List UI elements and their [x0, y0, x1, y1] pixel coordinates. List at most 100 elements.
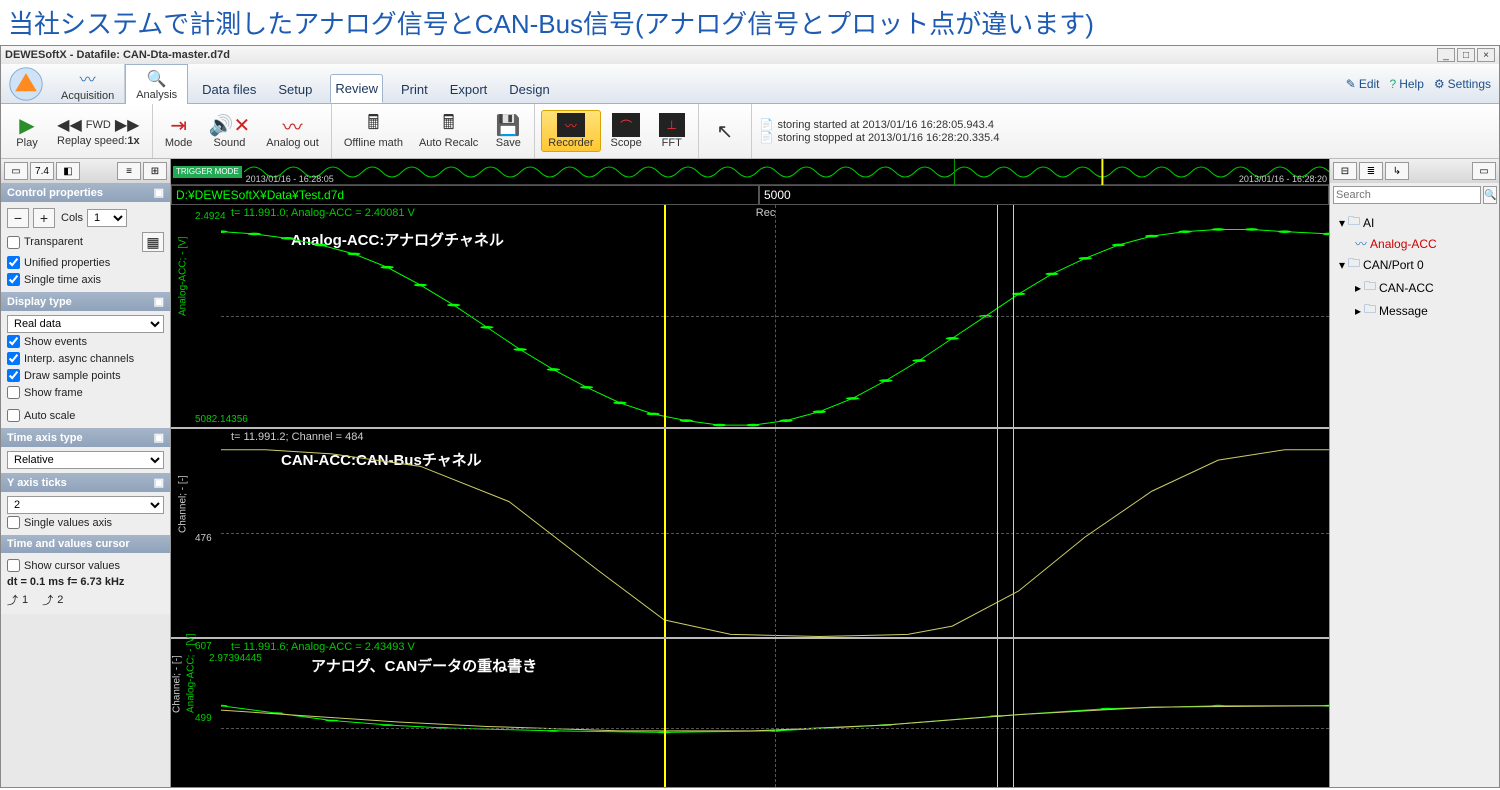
settings-link[interactable]: ⚙Settings: [1434, 77, 1491, 91]
layout-btn-2[interactable]: 7.4: [30, 162, 54, 180]
dt-freq-readout: dt = 0.1 ms f= 6.73 kHz: [7, 574, 164, 590]
tab-setup[interactable]: Setup: [274, 76, 316, 103]
show-frame-checkbox[interactable]: Show frame: [7, 386, 83, 399]
scope-button[interactable]: ⌒Scope: [605, 111, 648, 151]
cursor1-icon[interactable]: ⤴: [7, 592, 18, 608]
scope-icon: ⌒: [612, 113, 640, 137]
tree-view-btn-4[interactable]: ▭: [1472, 162, 1496, 180]
replay-speed-value: 1x: [127, 135, 139, 147]
tab-data-files[interactable]: Data files: [198, 76, 260, 103]
search-icon[interactable]: 🔍: [1483, 186, 1497, 204]
chart-analog-acc[interactable]: Analog-ACC; - [V] 2.4924 5082.14356 t= 1…: [171, 205, 1329, 427]
tree-view-btn-3[interactable]: ↳: [1385, 162, 1409, 180]
chart-area: TRIGGER MODE 2013/01/16 - 16:28:05 2013/…: [171, 159, 1329, 787]
display-type-select[interactable]: Real data: [7, 315, 164, 333]
tree-item-can-acc[interactable]: ▸🗀CAN-ACC: [1336, 276, 1493, 299]
tree-label: Analog-ACC: [1370, 237, 1437, 251]
layout-btn-5[interactable]: ⊞: [143, 162, 167, 180]
expand-icon[interactable]: ▸: [1355, 304, 1361, 318]
remove-col-button[interactable]: −: [7, 208, 29, 228]
recorder-icon: 〰: [557, 113, 585, 137]
transparent-checkbox[interactable]: Transparent: [7, 236, 83, 249]
expand-icon[interactable]: ▾: [1339, 258, 1345, 272]
offline-math-button[interactable]: 🖩Offline math: [338, 111, 409, 151]
recording-status: 📄storing started at 2013/01/16 16:28:05.…: [752, 104, 1008, 158]
tab-print[interactable]: Print: [397, 76, 432, 103]
chart1-ylabel: Analog-ACC; - [V]: [178, 237, 189, 316]
overview-strip[interactable]: TRIGGER MODE 2013/01/16 - 16:28:05 2013/…: [171, 159, 1329, 185]
analog-out-button[interactable]: 〰Analog out: [260, 111, 325, 151]
chart-overlay[interactable]: Channel; - [-] Analog-ACC; - [V] 607 499…: [171, 637, 1329, 787]
layout-btn-4[interactable]: ≡: [117, 162, 141, 180]
draw-points-checkbox[interactable]: Draw sample points: [7, 369, 121, 382]
window-minimize-button[interactable]: _: [1437, 48, 1455, 62]
mode-button[interactable]: ⇥Mode: [159, 111, 199, 151]
tree-item-message[interactable]: ▸🗀Message: [1336, 299, 1493, 322]
doc-icon: 📄: [760, 118, 774, 131]
window-close-button[interactable]: ×: [1477, 48, 1495, 62]
rewind-icon[interactable]: ◀◀: [57, 115, 82, 135]
page-heading: 当社システムで計測したアナログ信号とCAN-Bus信号(アナログ信号とプロット点…: [0, 0, 1500, 45]
channel-search-input[interactable]: [1333, 186, 1481, 204]
tree-item-analog-acc[interactable]: 〰Analog-ACC: [1336, 234, 1493, 253]
auto-scale-checkbox[interactable]: Auto scale: [7, 409, 75, 422]
fwd-label: FWD: [86, 119, 111, 131]
cols-label: Cols: [61, 212, 83, 224]
single-values-checkbox[interactable]: Single values axis: [7, 516, 112, 529]
auto-recalc-button[interactable]: 🖩Auto Recalc: [413, 111, 484, 151]
tree-label: CAN/Port 0: [1363, 258, 1424, 272]
analysis-tab[interactable]: 🔍 Analysis: [125, 64, 188, 104]
acquisition-tab[interactable]: 〰 Acquisition: [51, 64, 125, 103]
layout-btn-1[interactable]: ▭: [4, 162, 28, 180]
tree-item-can-port-0[interactable]: ▾🗀CAN/Port 0: [1336, 253, 1493, 276]
tree-item-ai[interactable]: ▾🗀AI: [1336, 211, 1493, 234]
chart2-ylabel: Channel; - [-]: [178, 475, 189, 533]
mode-icon: ⇥: [170, 113, 187, 137]
unified-checkbox[interactable]: Unified properties: [7, 256, 110, 269]
chart-can-acc[interactable]: Channel; - [-] 476 t= 11.991.2; Channel …: [171, 427, 1329, 636]
layout-btn-3[interactable]: ◧: [56, 162, 80, 180]
tree-view-btn-2[interactable]: ≣: [1359, 162, 1383, 180]
play-button[interactable]: ▶Play: [7, 111, 47, 151]
replay-controls[interactable]: ◀◀ FWD ▶▶ Replay speed:1x: [51, 113, 146, 149]
help-link[interactable]: ?Help: [1390, 77, 1424, 91]
chart2-cursor[interactable]: [664, 429, 666, 636]
tab-design[interactable]: Design: [505, 76, 553, 103]
chart3-cursor[interactable]: [664, 639, 666, 787]
cursor-tool-button[interactable]: ↖: [705, 117, 745, 145]
interp-checkbox[interactable]: Interp. async channels: [7, 352, 134, 365]
window-title: DEWESoftX - Datafile: CAN-Dta-master.d7d: [5, 49, 1435, 61]
cursor-icon: ↖: [716, 119, 733, 143]
recalc-icon: 🖩: [443, 113, 455, 137]
sound-icon: 🔊✕: [209, 113, 251, 137]
add-col-button[interactable]: +: [33, 208, 55, 228]
time-axis-select[interactable]: Relative: [7, 451, 164, 469]
properties-sidebar: ▭ 7.4 ◧ ≡ ⊞ Control properties▣ − + Cols…: [1, 159, 171, 787]
expand-icon[interactable]: ▾: [1339, 216, 1345, 230]
tree-label: AI: [1363, 216, 1374, 230]
cols-select[interactable]: 1: [87, 209, 127, 227]
fft-button[interactable]: ⊥FFT: [652, 111, 692, 151]
y-ticks-select[interactable]: 2: [7, 496, 164, 514]
recorder-button[interactable]: 〰Recorder: [541, 110, 600, 152]
forward-icon[interactable]: ▶▶: [115, 115, 140, 135]
edit-link[interactable]: ✎Edit: [1346, 77, 1380, 91]
tab-export[interactable]: Export: [446, 76, 492, 103]
tree-view-btn-1[interactable]: ⊟: [1333, 162, 1357, 180]
show-cursor-checkbox[interactable]: Show cursor values: [7, 559, 120, 572]
window-maximize-button[interactable]: □: [1457, 48, 1475, 62]
cursor2-icon[interactable]: ⤴: [42, 592, 53, 608]
single-time-checkbox[interactable]: Single time axis: [7, 273, 101, 286]
analog-out-icon: 〰: [283, 113, 303, 137]
chart1-cursor[interactable]: [664, 205, 666, 427]
datafile-path-input[interactable]: [171, 185, 759, 205]
value-input[interactable]: [759, 185, 1329, 205]
menu-tabs: Data files Setup Review Print Export Des…: [188, 64, 1346, 103]
ribbon: 〰 Acquisition 🔍 Analysis Data files Setu…: [1, 64, 1499, 104]
show-events-checkbox[interactable]: Show events: [7, 335, 87, 348]
tab-review[interactable]: Review: [330, 74, 383, 103]
color-picker-button[interactable]: ▦: [142, 232, 164, 252]
sound-button[interactable]: 🔊✕Sound: [203, 111, 257, 151]
save-button[interactable]: 💾Save: [488, 111, 528, 151]
expand-icon[interactable]: ▸: [1355, 281, 1361, 295]
